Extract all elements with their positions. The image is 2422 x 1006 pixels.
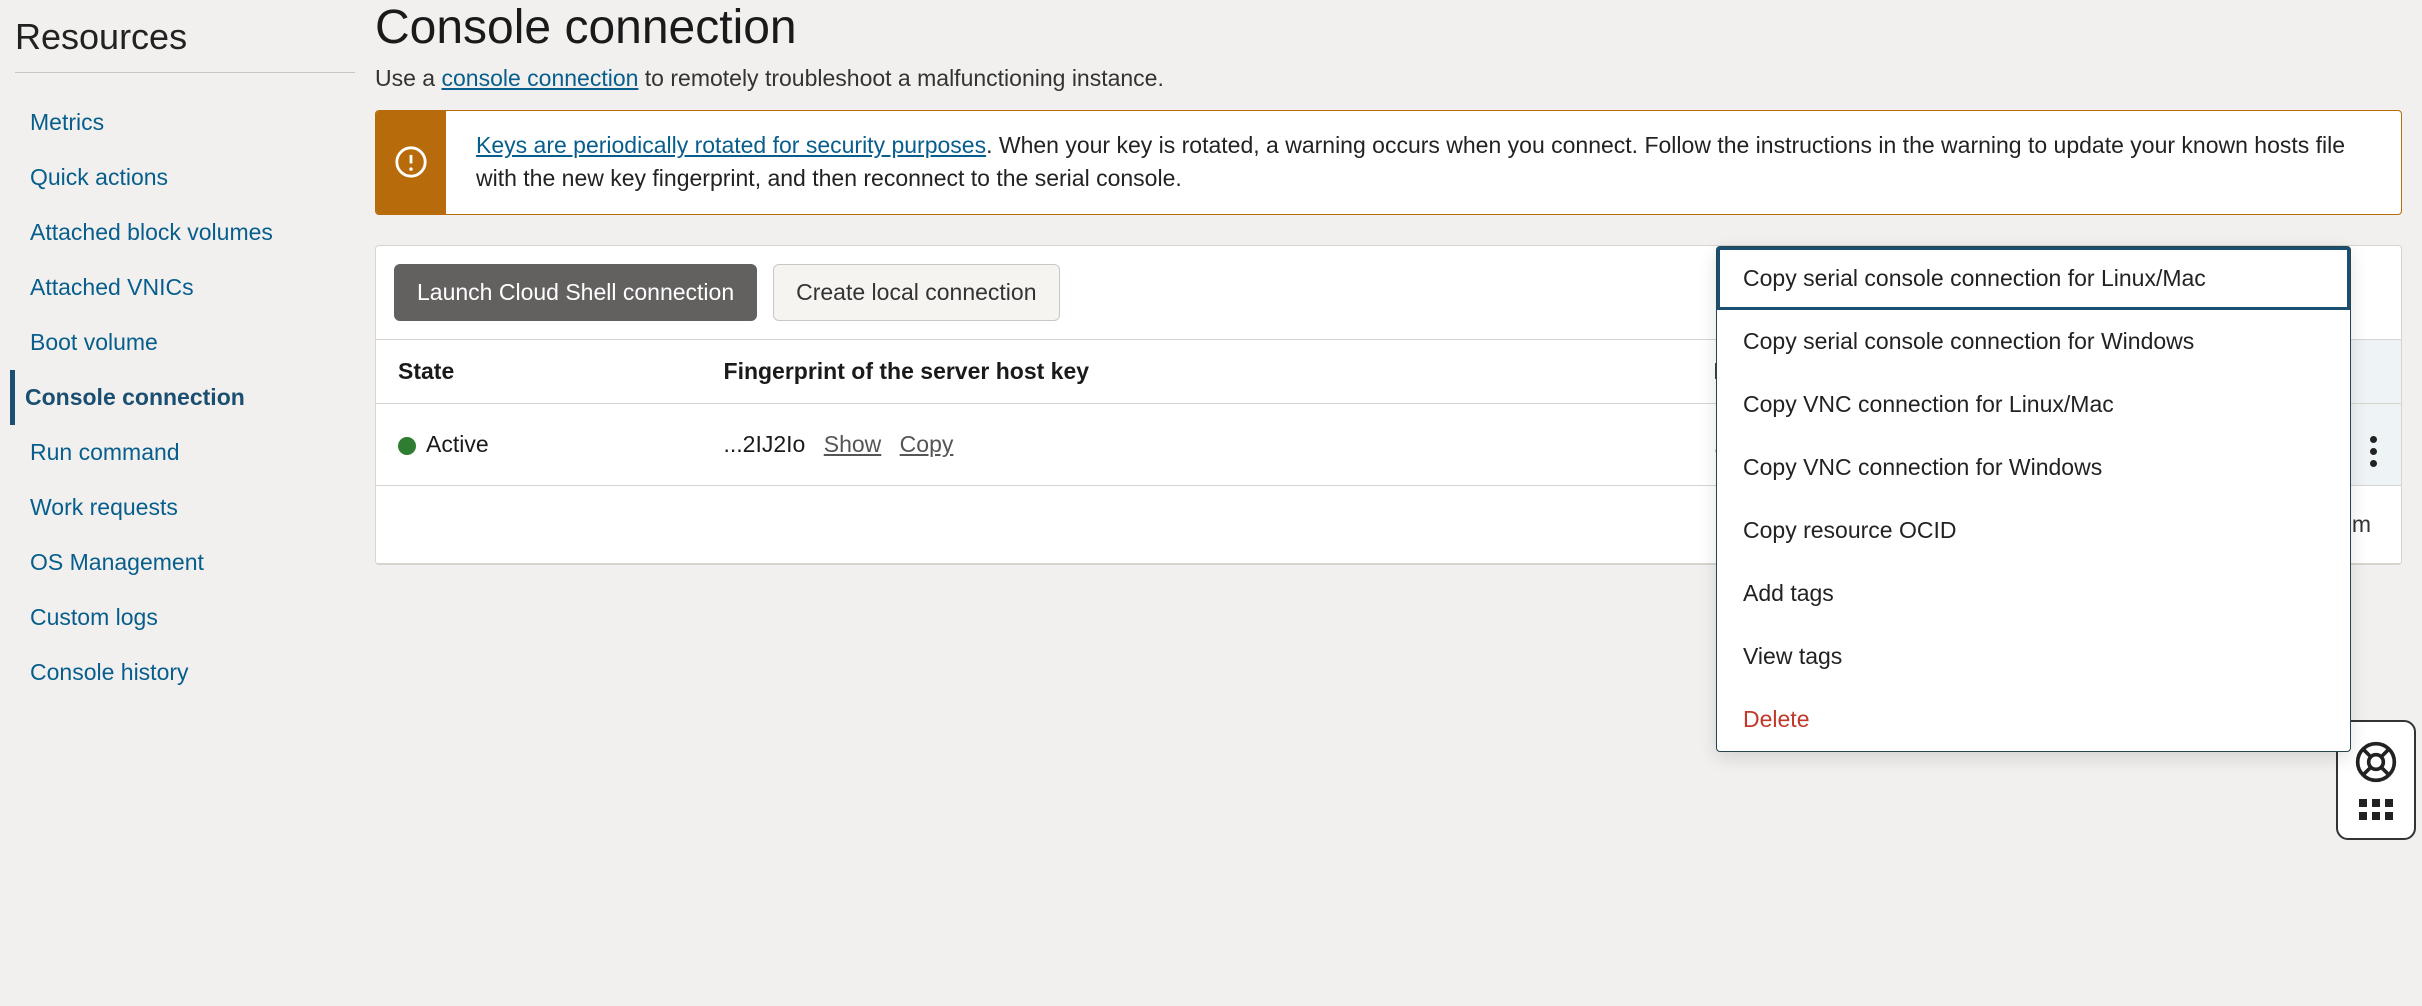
sidebar-item-console-history[interactable]: Console history <box>15 645 355 700</box>
menu-item-view-tags[interactable]: View tags <box>1717 625 2350 688</box>
sidebar-item-boot-volume[interactable]: Boot volume <box>15 315 355 370</box>
col-state: State <box>376 340 702 404</box>
life-ring-icon <box>2354 740 2398 784</box>
main-content: Console connection Use a console connect… <box>375 0 2422 1006</box>
sidebar-item-console-connection[interactable]: Console connection <box>10 370 355 425</box>
kebab-icon <box>2370 436 2377 467</box>
grid-icon <box>2359 799 2393 820</box>
alert-text: Keys are periodically rotated for securi… <box>446 111 2401 214</box>
menu-item-add-tags[interactable]: Add tags <box>1717 562 2350 625</box>
page-subtitle: Use a console connection to remotely tro… <box>375 65 2402 92</box>
menu-item-copy-serial-console-connection-for-linux-mac[interactable]: Copy serial console connection for Linux… <box>1717 247 2350 310</box>
create-local-connection-button[interactable]: Create local connection <box>773 264 1059 321</box>
row-actions-menu: Copy serial console connection for Linux… <box>1716 246 2351 752</box>
keys-rotated-link[interactable]: Keys are periodically rotated for securi… <box>476 132 986 158</box>
row-actions-button[interactable] <box>2346 403 2401 485</box>
sidebar-item-quick-actions[interactable]: Quick actions <box>15 150 355 205</box>
menu-item-delete[interactable]: Delete <box>1717 688 2350 751</box>
sidebar-item-attached-vnics[interactable]: Attached VNICs <box>15 260 355 315</box>
sidebar-title: Resources <box>15 10 355 72</box>
menu-item-copy-vnc-connection-for-windows[interactable]: Copy VNC connection for Windows <box>1717 436 2350 499</box>
page-title: Console connection <box>375 0 2402 55</box>
sidebar-item-os-management[interactable]: OS Management <box>15 535 355 590</box>
sidebar-item-custom-logs[interactable]: Custom logs <box>15 590 355 645</box>
warning-icon <box>376 111 446 214</box>
sidebar-divider <box>15 72 355 73</box>
sidebar-item-work-requests[interactable]: Work requests <box>15 480 355 535</box>
show-server-fp-link[interactable]: Show <box>824 431 882 457</box>
connection-panel: Launch Cloud Shell connection Create loc… <box>375 245 2402 565</box>
warning-alert: Keys are periodically rotated for securi… <box>375 110 2402 215</box>
sidebar-item-run-command[interactable]: Run command <box>15 425 355 480</box>
sidebar-item-attached-block-volumes[interactable]: Attached block volumes <box>15 205 355 260</box>
menu-item-copy-serial-console-connection-for-windows[interactable]: Copy serial console connection for Windo… <box>1717 310 2350 373</box>
cell-state: Active <box>376 403 702 485</box>
console-connection-link[interactable]: console connection <box>441 65 638 91</box>
copy-server-fp-link[interactable]: Copy <box>900 431 954 457</box>
sidebar-item-metrics[interactable]: Metrics <box>15 95 355 150</box>
cell-server-fp: ...2IJ2Io Show Copy <box>702 403 1692 485</box>
status-dot-active <box>398 437 416 455</box>
menu-item-copy-vnc-connection-for-linux-mac[interactable]: Copy VNC connection for Linux/Mac <box>1717 373 2350 436</box>
col-actions <box>2346 340 2401 404</box>
launch-cloud-shell-button[interactable]: Launch Cloud Shell connection <box>394 264 757 321</box>
menu-item-copy-resource-ocid[interactable]: Copy resource OCID <box>1717 499 2350 562</box>
col-server-fingerprint: Fingerprint of the server host key <box>702 340 1692 404</box>
sidebar: Resources MetricsQuick actionsAttached b… <box>0 0 375 1006</box>
